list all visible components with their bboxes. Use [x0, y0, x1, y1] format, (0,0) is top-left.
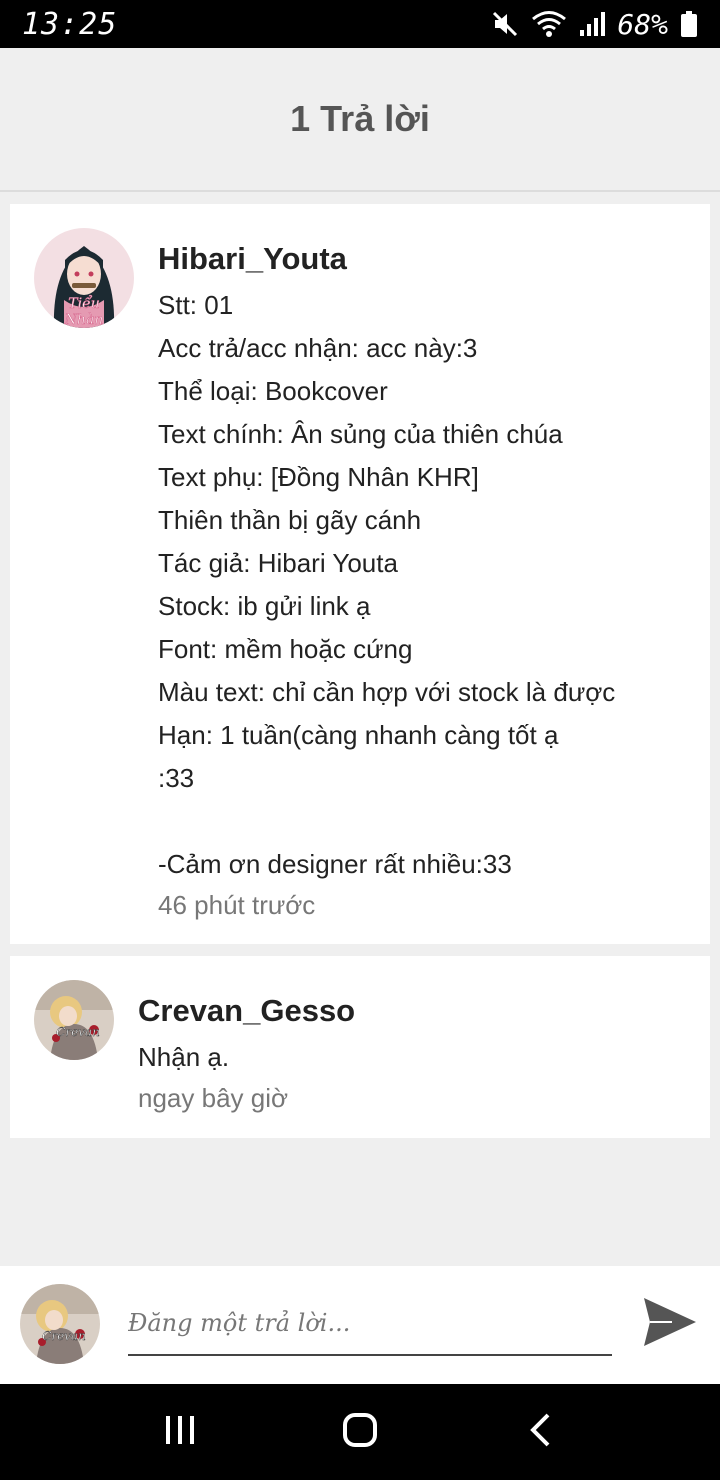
avatar[interactable]: Crevan — [34, 980, 114, 1060]
comment-username[interactable]: Crevan_Gesso — [138, 990, 690, 1032]
comment-line: Thể loại: Bookcover — [158, 376, 388, 406]
wifi-icon — [531, 10, 567, 38]
comment-timestamp: 46 phút trước — [158, 890, 316, 920]
comment-line: Stt: 01 — [158, 290, 234, 320]
comment-line: -Cảm ơn designer rất nhiều:33 — [158, 849, 512, 879]
comment-card: Crevan Crevan_Gesso Nhận ạ. ngay bây giờ — [10, 956, 710, 1138]
back-icon — [528, 1412, 552, 1453]
comment-username[interactable]: Hibari_Youta — [158, 238, 690, 280]
recent-apps-button[interactable] — [140, 1392, 220, 1472]
status-time: 13:25 — [22, 6, 118, 42]
comment-line: Tác giả: Hibari Youta — [158, 548, 398, 578]
status-bar: 13:25 68% — [0, 0, 720, 48]
send-button[interactable] — [640, 1296, 700, 1352]
comment-card: Tiểu Nhàn Hibari_Youta Stt: 01 Acc trả/a… — [10, 204, 710, 944]
svg-text:Crevan: Crevan — [42, 1329, 86, 1343]
reply-input[interactable] — [128, 1292, 612, 1356]
nav-bar — [0, 1384, 720, 1480]
back-button[interactable] — [500, 1392, 580, 1472]
comment-timestamp: ngay bây giờ — [138, 1083, 289, 1113]
comment-line: Text phụ: [Đồng Nhân KHR] — [158, 462, 479, 492]
svg-text:Crevan: Crevan — [56, 1025, 100, 1039]
send-icon — [642, 1296, 698, 1353]
comment-line: Màu text: chỉ cần hợp với stock là được — [158, 677, 616, 707]
battery-icon — [680, 10, 698, 38]
comment-line: Nhận ạ. — [138, 1042, 230, 1072]
recent-apps-icon — [163, 1414, 197, 1451]
comment-line: :33 — [158, 763, 195, 793]
page-title: 1 Trả lời — [290, 98, 430, 139]
svg-text:Nhàn: Nhàn — [64, 312, 104, 328]
comment-body: Hibari_Youta Stt: 01 Acc trả/acc nhận: a… — [158, 238, 690, 924]
comment-text: Stt: 01 Acc trả/acc nhận: acc này:3 Thể … — [158, 284, 690, 886]
comment-line — [158, 800, 690, 843]
comment-line: Stock: ib gửi link ạ — [158, 591, 371, 621]
comment-line: Text chính: Ân sủng của thiên chúa — [158, 419, 563, 449]
comment-line: Hạn: 1 tuần(càng nhanh càng tốt ạ — [158, 720, 559, 750]
mute-icon — [491, 10, 519, 38]
reply-bar: Crevan — [0, 1266, 720, 1384]
comment-text: Nhận ạ. — [138, 1036, 690, 1079]
comment-line: Thiên thần bị gãy cánh — [158, 505, 422, 535]
avatar: Crevan — [20, 1284, 100, 1364]
status-icons: 68% — [491, 8, 698, 41]
header: 1 Trả lời — [0, 48, 720, 192]
avatar[interactable]: Tiểu Nhàn — [34, 228, 134, 328]
home-icon — [342, 1412, 378, 1453]
svg-text:Tiểu: Tiểu — [68, 294, 99, 312]
battery-percent: 68% — [617, 7, 668, 41]
signal-icon — [579, 10, 606, 38]
comment-body: Crevan_Gesso Nhận ạ. ngay bây giờ — [138, 990, 690, 1117]
comment-line: Font: mềm hoặc cứng — [158, 634, 413, 664]
comment-line: Acc trả/acc nhận: acc này:3 — [158, 333, 478, 363]
home-button[interactable] — [320, 1392, 400, 1472]
